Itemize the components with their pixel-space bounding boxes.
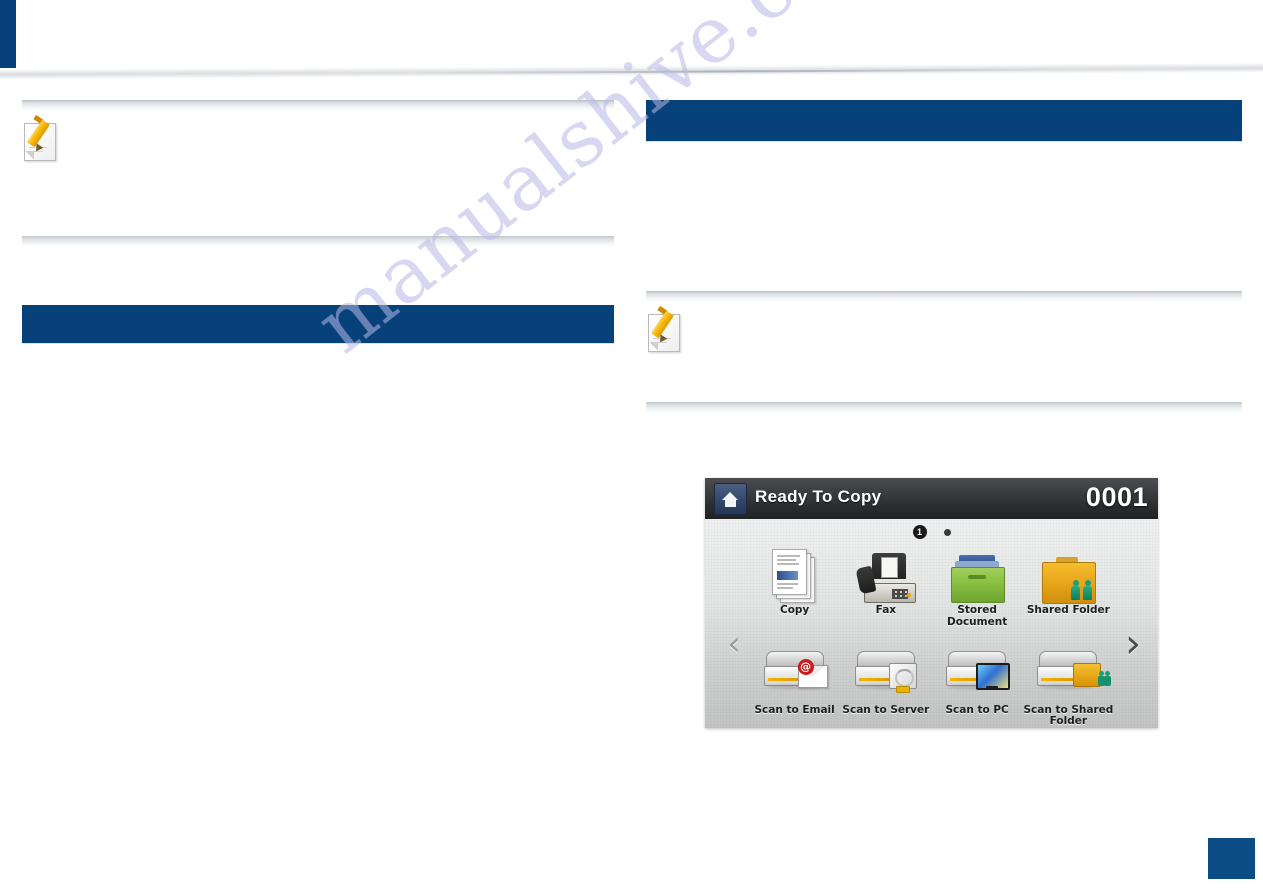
note-top-rule	[22, 100, 614, 111]
scan-to-email-icon: @	[763, 650, 828, 703]
scan-to-pc-icon	[946, 650, 1011, 703]
lcd-body: 1 ‹ › Copy Fax Stored Document Shared Fo…	[705, 519, 1158, 728]
header-separator	[0, 62, 1263, 80]
note-bottom-rule-right	[646, 402, 1242, 413]
left-column	[22, 100, 614, 343]
note-top-rule-right	[646, 291, 1242, 302]
app-label-copy: Copy	[779, 604, 810, 616]
app-row-2: @ Scan to Email Scan to Server Scan to P…	[749, 641, 1114, 729]
page-dot-active[interactable]: 1	[912, 525, 927, 539]
masthead-title	[24, 2, 324, 48]
lcd-status-text: Ready To Copy	[755, 487, 882, 506]
lcd-screen: Ready To Copy 0001 1 ‹ › Copy Fax Stored…	[705, 478, 1158, 728]
scan-to-server-icon	[854, 650, 917, 703]
manual-page: Ready To Copy 0001 1 ‹ › Copy Fax Stored…	[0, 0, 1263, 893]
app-label-scan-to-server: Scan to Server	[842, 703, 930, 716]
app-label-scan-to-shared-folder-line2: Folder	[1049, 715, 1088, 728]
copy-document-icon	[771, 549, 818, 603]
page-corner-tab-bottom	[1208, 838, 1255, 879]
app-tile-stored-document[interactable]: Stored Document	[932, 541, 1023, 629]
section-header-right	[646, 100, 1242, 141]
app-tile-copy[interactable]: Copy	[749, 541, 840, 629]
app-label-scan-to-pc: Scan to PC	[945, 703, 1009, 716]
app-label-scan-to-shared-folder-line1: Scan to Shared	[1023, 703, 1114, 716]
prev-page-arrow-icon[interactable]: ‹	[721, 627, 747, 663]
next-page-arrow-icon[interactable]: ›	[1120, 624, 1146, 664]
app-tile-scan-to-email[interactable]: @ Scan to Email	[749, 641, 840, 729]
note-pencil-icon	[22, 114, 60, 163]
app-tile-scan-to-shared-folder[interactable]: Scan to Shared Folder	[1023, 641, 1114, 729]
app-tile-shared-folder[interactable]: Shared Folder	[1023, 541, 1114, 629]
scan-to-shared-folder-icon	[1037, 650, 1112, 703]
right-column	[646, 100, 1242, 413]
note-box-left	[22, 100, 614, 247]
section-header-left	[22, 305, 614, 343]
app-tile-scan-to-server[interactable]: Scan to Server	[840, 641, 931, 729]
note-box-right	[646, 291, 1242, 413]
note-pencil-icon	[646, 305, 684, 354]
page-dot-2[interactable]	[943, 528, 951, 536]
fax-machine-icon	[855, 553, 916, 603]
page-corner-tab-top	[0, 0, 16, 68]
app-tile-fax[interactable]: Fax	[840, 541, 931, 629]
lcd-copy-counter: 0001	[1085, 482, 1148, 512]
app-label-stored-document-line1: Stored	[957, 604, 997, 616]
app-tile-scan-to-pc[interactable]: Scan to PC	[932, 641, 1023, 729]
printer-lcd-screenshot: Ready To Copy 0001 1 ‹ › Copy Fax Stored…	[705, 478, 1158, 728]
app-label-stored-document-line2: Document	[947, 615, 1008, 628]
app-label-scan-to-email: Scan to Email	[754, 703, 835, 716]
page-indicator: 1	[705, 524, 1158, 540]
note-bottom-rule	[22, 236, 614, 247]
app-row-1: Copy Fax Stored Document Shared Folder	[749, 541, 1114, 629]
app-label-fax: Fax	[875, 604, 897, 616]
home-icon[interactable]	[714, 483, 747, 515]
lcd-title-bar: Ready To Copy 0001	[705, 478, 1158, 520]
app-grid: Copy Fax Stored Document Shared Folder @…	[749, 541, 1114, 728]
app-label-shared-folder: Shared Folder	[1026, 604, 1110, 616]
right-body-text	[646, 141, 1242, 291]
stored-document-icon	[951, 555, 1006, 603]
shared-folder-icon	[1042, 557, 1097, 604]
